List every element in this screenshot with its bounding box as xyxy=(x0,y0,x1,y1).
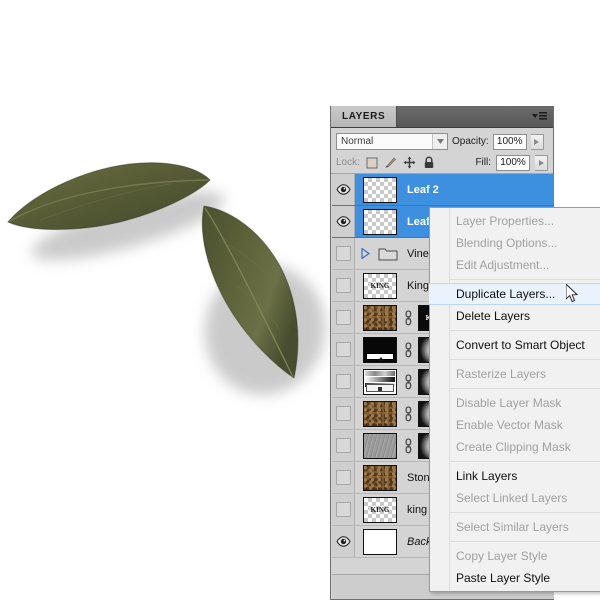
menu-item-copy-layer-style: Copy Layer Style xyxy=(456,549,548,563)
layer-thumbnail[interactable] xyxy=(363,464,397,491)
menu-item-disable-layer-mask: Disable Layer Mask xyxy=(456,396,562,410)
eye-hidden-toggle[interactable] xyxy=(332,398,355,429)
layer-context-menu[interactable]: Layer Properties... Blending Options... Ed… xyxy=(429,207,600,592)
leaf-image-2 xyxy=(178,200,308,400)
layer-thumbnail-cell[interactable] xyxy=(355,304,401,331)
layer-thumbnail-cell[interactable] xyxy=(355,176,401,203)
layer-thumbnail[interactable] xyxy=(363,400,397,427)
eye-visible-icon[interactable] xyxy=(332,206,355,237)
panel-tabstrip: LAYERS xyxy=(331,106,553,128)
eye-hidden-toggle[interactable] xyxy=(332,366,355,397)
mask-link-icon[interactable] xyxy=(401,437,415,454)
opacity-label: Opacity: xyxy=(452,136,489,147)
layer-row[interactable]: Leaf 2 xyxy=(332,174,554,206)
fill-input[interactable]: 100% xyxy=(496,154,530,171)
mask-link-icon[interactable] xyxy=(401,341,415,358)
layer-thumbnail[interactable] xyxy=(363,208,397,235)
eye-hidden-toggle[interactable] xyxy=(332,430,355,461)
layer-thumbnail-cell[interactable] xyxy=(355,400,401,427)
layer-name[interactable]: Leaf 2 xyxy=(401,184,439,196)
mask-link-icon[interactable] xyxy=(401,405,415,422)
eye-hidden-toggle[interactable] xyxy=(332,270,355,301)
layer-thumbnail[interactable] xyxy=(363,432,397,459)
menu-separator xyxy=(450,279,600,280)
mask-link-icon[interactable] xyxy=(401,309,415,326)
group-expand-arrow-icon[interactable] xyxy=(355,248,375,259)
eye-hidden-toggle[interactable] xyxy=(332,462,355,493)
menu-separator xyxy=(450,541,600,542)
menu-item-delete-layers[interactable]: Delete Layers xyxy=(430,305,600,327)
lock-image-pixels-icon[interactable] xyxy=(384,156,398,170)
menu-item-select-similar-layers: Select Similar Layers xyxy=(456,520,569,534)
menu-separator xyxy=(450,359,600,360)
layer-thumbnail-cell[interactable] xyxy=(355,368,401,395)
layer-thumbnail[interactable] xyxy=(363,176,397,203)
layer-thumbnail-cell[interactable] xyxy=(355,432,401,459)
layer-thumbnail[interactable] xyxy=(363,304,397,331)
layer-thumbnail[interactable] xyxy=(363,528,397,555)
layer-thumbnail[interactable]: KING xyxy=(363,496,397,523)
opacity-input[interactable]: 100% xyxy=(492,133,527,150)
layer-thumbnail[interactable] xyxy=(363,336,397,363)
menu-item-duplicate-layers[interactable]: Duplicate Layers... xyxy=(429,283,600,305)
panel-flyout-menu-icon[interactable] xyxy=(531,106,553,127)
menu-item-paste-layer-style[interactable]: Paste Layer Style xyxy=(430,567,600,589)
layer-thumbnail[interactable] xyxy=(363,368,397,395)
layer-thumbnail-cell[interactable] xyxy=(355,336,401,363)
layer-thumbnail-cell[interactable]: KING xyxy=(355,496,401,523)
tab-layers[interactable]: LAYERS xyxy=(331,106,398,127)
lock-transparent-pixels-icon[interactable] xyxy=(365,156,379,170)
menu-item-convert-to-smart-object[interactable]: Convert to Smart Object xyxy=(430,334,600,356)
menu-separator xyxy=(450,512,600,513)
menu-item-link-layers[interactable]: Link Layers xyxy=(430,465,600,487)
lock-row: Lock: Fill: 100% xyxy=(331,152,553,174)
lock-position-icon[interactable] xyxy=(403,156,417,170)
chevron-down-icon[interactable] xyxy=(432,134,447,149)
layer-thumbnail-cell[interactable] xyxy=(355,464,401,491)
tab-layers-label: LAYERS xyxy=(342,111,386,122)
menu-item-enable-vector-mask: Enable Vector Mask xyxy=(456,418,563,432)
lock-label: Lock: xyxy=(336,157,360,168)
opacity-stepper-icon[interactable] xyxy=(530,133,544,150)
fill-label: Fill: xyxy=(475,157,491,168)
eye-hidden-toggle[interactable] xyxy=(332,302,355,333)
lock-all-icon[interactable] xyxy=(422,156,436,170)
blend-mode-select[interactable]: Normal xyxy=(336,133,448,150)
layer-thumbnail[interactable]: KING xyxy=(363,272,397,299)
menu-item-create-clipping-mask: Create Clipping Mask xyxy=(456,440,571,454)
menu-item-rasterize-layers: Rasterize Layers xyxy=(456,367,547,381)
layer-thumbnail-cell[interactable]: KING xyxy=(355,272,401,299)
blend-mode-value: Normal xyxy=(341,136,374,147)
layer-thumbnail-cell[interactable] xyxy=(355,208,401,235)
menu-item-edit-adjustment: Edit Adjustment... xyxy=(456,258,550,272)
layer-name[interactable]: Vine xyxy=(401,248,429,260)
eye-visible-icon[interactable] xyxy=(332,526,355,557)
eye-hidden-toggle[interactable] xyxy=(332,494,355,525)
menu-separator xyxy=(450,330,600,331)
eye-visible-icon[interactable] xyxy=(332,174,355,205)
eye-hidden-toggle[interactable] xyxy=(332,238,355,269)
fill-stepper-icon[interactable] xyxy=(535,154,548,171)
mask-link-icon[interactable] xyxy=(401,373,415,390)
menu-item-layer-properties: Layer Properties... xyxy=(456,214,555,228)
blend-mode-row: Normal Opacity: 100% xyxy=(331,128,553,152)
layer-name[interactable]: Leaf xyxy=(401,216,430,228)
menu-item-select-linked-layers: Select Linked Layers xyxy=(456,491,568,505)
folder-icon xyxy=(375,246,401,262)
layer-thumbnail-cell[interactable] xyxy=(355,528,401,555)
menu-item-blending-options: Blending Options... xyxy=(456,236,558,250)
menu-separator xyxy=(450,461,600,462)
eye-hidden-toggle[interactable] xyxy=(332,334,355,365)
menu-separator xyxy=(450,388,600,389)
